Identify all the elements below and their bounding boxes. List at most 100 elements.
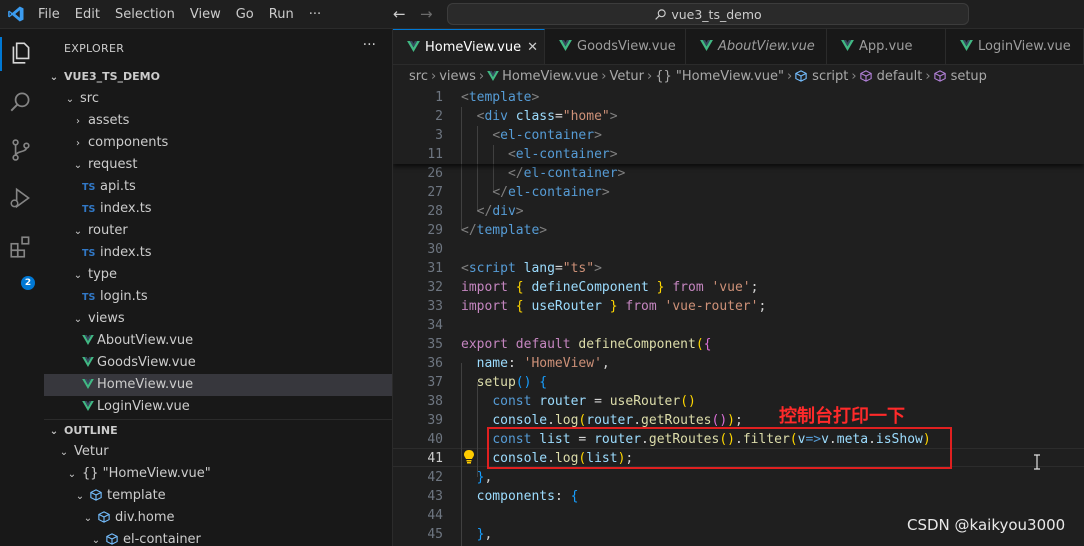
menu-item[interactable]: Selection — [115, 7, 175, 22]
code-line[interactable]: 36 name: 'HomeView', — [393, 354, 1084, 373]
tree-item[interactable]: TS index.ts — [44, 198, 392, 220]
chevron-down-icon: ⌄ — [73, 270, 83, 281]
code-line[interactable]: 3 <el-container> — [393, 126, 1084, 145]
line-number: 32 — [427, 280, 443, 295]
tab-loginview-vue[interactable]: LoginView.vue — [946, 29, 1084, 64]
tree-item[interactable]: ⌄ router — [44, 220, 392, 242]
code-line[interactable]: 26 </el-container> — [393, 164, 1084, 183]
breadcrumb-item[interactable]: default — [877, 69, 923, 84]
breadcrumb-item[interactable]: Vetur — [609, 69, 644, 84]
vue-file-icon — [841, 40, 854, 51]
code-token: () — [680, 394, 696, 409]
code-line[interactable]: 29 </template> — [393, 221, 1084, 240]
tab-aboutview-vue[interactable]: AboutView.vue — [686, 29, 827, 64]
code-token: useRouter — [531, 299, 602, 314]
outline-header[interactable]: ⌄ OUTLINE — [44, 419, 392, 442]
tree-item[interactable]: TS login.ts — [44, 286, 392, 308]
code-line[interactable]: 35 export default defineComponent({ — [393, 335, 1084, 354]
menu-item[interactable]: ··· — [309, 7, 321, 22]
code-line[interactable]: 38 const router = useRouter() — [393, 392, 1084, 411]
line-number: 27 — [427, 185, 443, 200]
code-line[interactable]: 30 — [393, 240, 1084, 259]
tree-item-label: HomeView.vue — [97, 377, 194, 392]
menu-item[interactable]: Edit — [75, 7, 100, 22]
code-token: > — [617, 166, 626, 181]
chevron-down-icon: ⌄ — [49, 72, 59, 83]
code-line[interactable]: 1 <template> — [393, 88, 1084, 107]
outline-item[interactable]: ⌄ el-container — [44, 529, 392, 546]
tree-item-label: views — [88, 311, 125, 326]
menu-item[interactable]: View — [190, 7, 221, 22]
tree-item[interactable]: TS index.ts — [44, 242, 392, 264]
code-line[interactable]: 11 <el-container> — [393, 145, 1084, 164]
arrow-right-icon[interactable]: → — [420, 5, 433, 23]
breadcrumb-item[interactable]: setup — [951, 69, 987, 84]
breadcrumb-item[interactable]: views — [439, 69, 476, 84]
tree-item[interactable]: ⌄ views — [44, 308, 392, 330]
outline-item[interactable]: ⌄ Vetur — [44, 441, 392, 463]
breadcrumb-item[interactable]: src — [409, 69, 428, 84]
tree-item[interactable]: GoodsView.vue — [44, 352, 392, 374]
tree-item[interactable]: ⌄ type — [44, 264, 392, 286]
more-actions-button[interactable]: ··· — [363, 37, 376, 53]
code-line[interactable]: 37 setup() { — [393, 373, 1084, 392]
menu-item[interactable]: Go — [236, 7, 254, 22]
code-line[interactable]: 31 <script lang="ts"> — [393, 259, 1084, 278]
menu-item[interactable]: Run — [269, 7, 294, 22]
tree-item[interactable]: › components — [44, 132, 392, 154]
vue-file-icon — [82, 401, 94, 411]
outline-item-label: div.home — [115, 510, 175, 525]
code-token: > — [531, 90, 540, 105]
activity-bar: 2 — [0, 29, 45, 546]
extensions-icon[interactable] — [8, 234, 34, 260]
lightbulb-icon[interactable] — [463, 449, 475, 465]
code-token: template — [476, 223, 540, 238]
project-name: VUE3_TS_DEMO — [64, 70, 160, 83]
tree-item[interactable]: AboutView.vue — [44, 330, 392, 352]
code-text: </div> — [461, 202, 524, 221]
tab-goodsview-vue[interactable]: GoodsView.vue — [545, 29, 686, 64]
code-editor[interactable]: 26 </el-container> 27 </el-container> 28 <… — [393, 88, 1084, 546]
explorer-files-icon[interactable] — [8, 40, 34, 66]
typescript-file-icon: TS — [82, 204, 96, 215]
vscode-logo-icon[interactable] — [7, 5, 25, 23]
code-token: , — [484, 527, 493, 542]
command-center-search[interactable]: vue3_ts_demo — [447, 3, 969, 25]
project-root[interactable]: ⌄ VUE3_TS_DEMO — [44, 66, 392, 88]
code-token: router — [539, 394, 587, 409]
breadcrumb-item[interactable]: HomeView.vue — [502, 69, 598, 84]
code-token: router — [586, 413, 634, 428]
arrow-left-icon[interactable]: ← — [393, 5, 406, 23]
code-line[interactable]: 33 import { useRouter } from 'vue-router'… — [393, 297, 1084, 316]
run-debug-icon[interactable] — [8, 185, 34, 211]
outline-item[interactable]: ⌄ div.home — [44, 507, 392, 529]
code-line[interactable]: 32 import { defineComponent } from 'vue'; — [393, 278, 1084, 297]
chevron-down-icon: ⌄ — [49, 426, 59, 437]
code-line[interactable]: 42 }, — [393, 468, 1084, 487]
source-control-icon[interactable] — [8, 137, 34, 163]
tree-item[interactable]: › assets — [44, 110, 392, 132]
tree-item[interactable]: LoginView.vue — [44, 396, 392, 418]
code-line[interactable]: 34 — [393, 316, 1084, 335]
outline-item[interactable]: ⌄ template — [44, 485, 392, 507]
outline-item[interactable]: ⌄ {} "HomeView.vue" — [44, 463, 392, 485]
code-line[interactable]: 2 <div class="home"> — [393, 107, 1084, 126]
menu-item[interactable]: File — [38, 7, 60, 22]
code-line[interactable]: 28 </div> — [393, 202, 1084, 221]
tree-item[interactable]: ⌄ src — [44, 88, 392, 110]
tab-homeview-vue[interactable]: HomeView.vue ✕ — [393, 29, 545, 64]
tree-item[interactable]: ⌄ request — [44, 154, 392, 176]
close-icon[interactable]: ✕ — [527, 30, 538, 64]
tab-app-vue[interactable]: App.vue — [827, 29, 946, 64]
tree-item[interactable]: TS api.ts — [44, 176, 392, 198]
chevron-down-icon: ⌄ — [59, 447, 69, 458]
search-icon[interactable] — [8, 89, 34, 115]
tree-item[interactable]: HomeView.vue — [44, 374, 392, 396]
code-line[interactable]: 27 </el-container> — [393, 183, 1084, 202]
breadcrumb-item[interactable]: script — [812, 69, 848, 84]
code-token: "home" — [562, 109, 610, 124]
code-token: = — [586, 394, 610, 409]
breadcrumb-item[interactable]: {} "HomeView.vue" — [655, 69, 784, 84]
code-line[interactable]: 43 components: { — [393, 487, 1084, 506]
